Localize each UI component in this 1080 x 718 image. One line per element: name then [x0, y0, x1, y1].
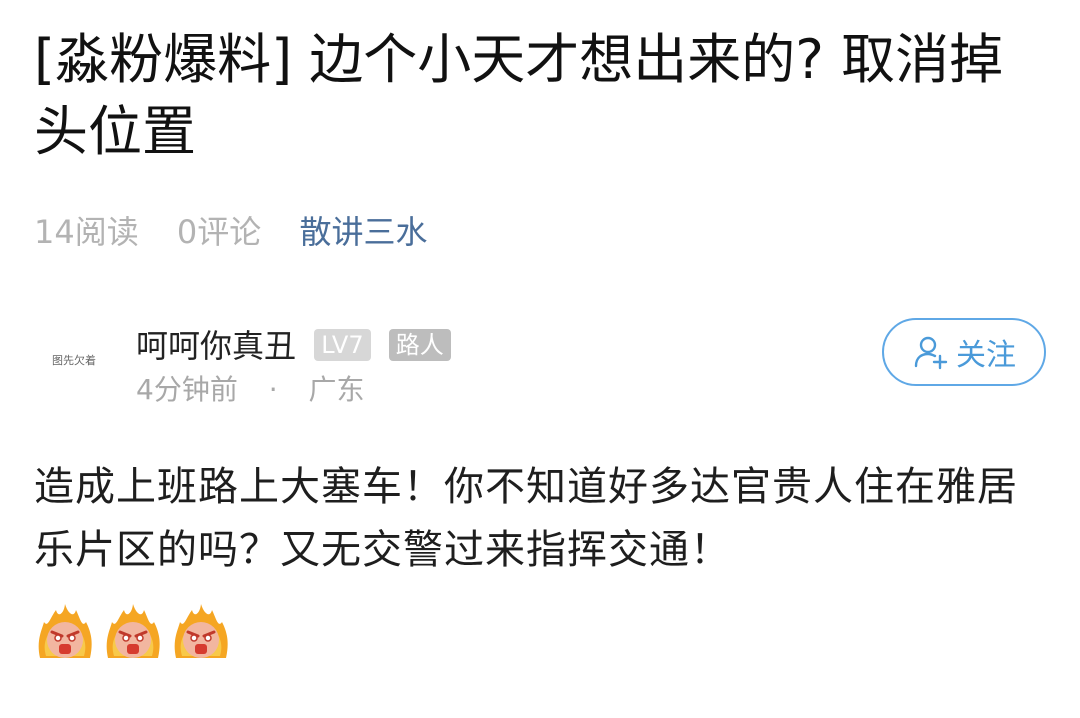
- author-meta: 4分钟前 · 广东: [136, 370, 365, 410]
- post-time: 4分钟前: [136, 373, 238, 406]
- follow-button[interactable]: 关注: [882, 318, 1046, 386]
- level-badge: LV7: [314, 329, 371, 361]
- post-meta: 14阅读 0评论 散讲三水: [34, 210, 427, 254]
- author-row: 图先欠着 呵呵你真丑 LV7 路人 4分钟前 · 广东 关注: [34, 318, 1046, 414]
- post-title: [淼粉爆料] 边个小天才想出来的? 取消掉头位置: [34, 28, 1004, 163]
- author-location: 广东: [308, 373, 365, 406]
- role-badge: 路人: [388, 329, 451, 361]
- separator-dot: ·: [268, 373, 278, 406]
- comment-count[interactable]: 0评论: [177, 213, 261, 251]
- author-info: 呵呵你真丑 LV7 路人: [136, 324, 451, 368]
- add-user-icon: [914, 336, 948, 370]
- angry-fire-emoji-2: [106, 604, 160, 658]
- angry-fire-emoji-3: [174, 604, 228, 658]
- board-link[interactable]: 散讲三水: [299, 213, 427, 251]
- avatar[interactable]: 图先欠着: [34, 328, 114, 392]
- post-content: 造成上班路上大塞车！你不知道好多达官贵人住在雅居乐片区的吗？又无交警过来指挥交通…: [34, 464, 1018, 573]
- follow-label: 关注: [956, 338, 1016, 373]
- angry-fire-emoji-1: [38, 604, 92, 658]
- read-count: 14阅读: [34, 213, 139, 251]
- emoji-row: [34, 600, 232, 662]
- author-name[interactable]: 呵呵你真丑: [136, 327, 296, 365]
